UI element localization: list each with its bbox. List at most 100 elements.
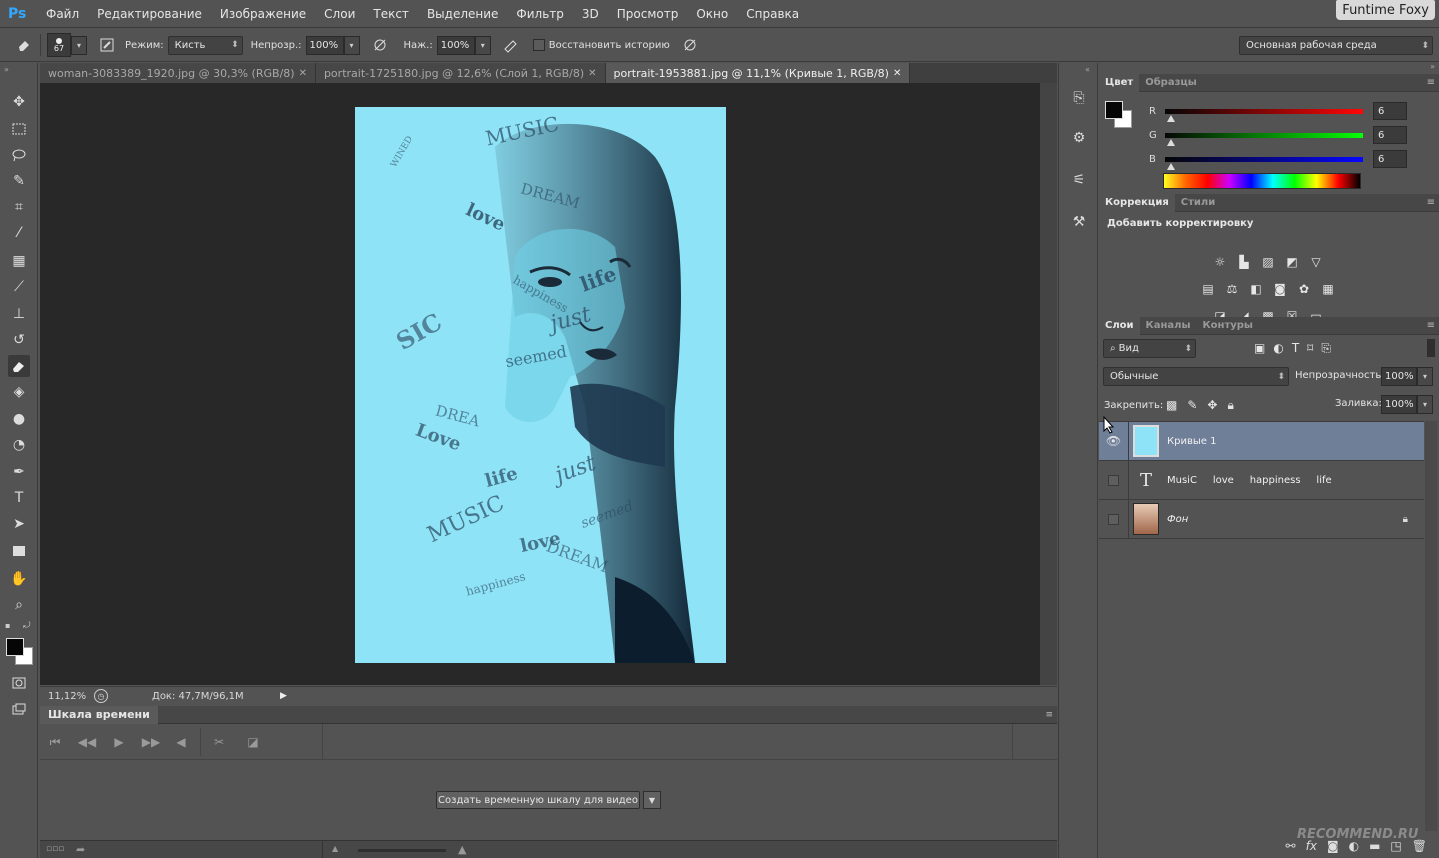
- foreground-color-swatch[interactable]: [6, 638, 24, 656]
- menu-edit[interactable]: Редактирование: [97, 7, 202, 21]
- tab-paths[interactable]: Контуры: [1197, 317, 1259, 335]
- next-frame-icon[interactable]: ▶▶: [142, 734, 160, 750]
- zoom-level[interactable]: 11,12%: [48, 691, 94, 702]
- tab-layers[interactable]: Слои: [1099, 316, 1140, 335]
- menu-help[interactable]: Справка: [746, 7, 799, 21]
- eraser-tool-icon[interactable]: [8, 355, 30, 377]
- quick-mask-icon[interactable]: [8, 672, 30, 694]
- tab-portrait-1725180[interactable]: portrait-1725180.jpg @ 12,6% (Слой 1, RG…: [315, 63, 606, 83]
- green-slider[interactable]: [1165, 132, 1363, 146]
- filter-adjustment-icon[interactable]: ◐: [1273, 341, 1283, 356]
- scissors-icon[interactable]: ✂: [210, 734, 228, 750]
- default-colors-icon[interactable]: ▪: [5, 621, 10, 630]
- green-value-input[interactable]: 6: [1373, 126, 1407, 144]
- pressure-opacity-icon[interactable]: [370, 35, 390, 55]
- collapse-icon[interactable]: »: [1430, 62, 1435, 71]
- document-canvas[interactable]: MUSIC love life DREAM just happiness see…: [40, 83, 1040, 685]
- layers-scrollbar[interactable]: [1425, 421, 1437, 831]
- blue-value-input[interactable]: 6: [1373, 150, 1407, 168]
- menu-type[interactable]: Текст: [373, 7, 409, 21]
- chevron-down-icon[interactable]: ▾: [1417, 367, 1433, 386]
- color-spectrum-bar[interactable]: [1163, 173, 1361, 189]
- properties-panel-icon[interactable]: ⚙: [1068, 127, 1090, 149]
- collapse-icon[interactable]: »: [4, 65, 9, 74]
- move-tool-icon[interactable]: ✥: [8, 91, 30, 113]
- panel-menu-icon[interactable]: ≡: [1427, 197, 1435, 208]
- type-tool-icon[interactable]: T: [8, 487, 30, 509]
- opacity-input[interactable]: 100%: [305, 35, 344, 55]
- workspace-dropdown[interactable]: Основная рабочая среда: [1239, 36, 1433, 55]
- mode-dropdown[interactable]: Кисть: [167, 35, 243, 55]
- brush-panel-icon[interactable]: [97, 35, 117, 55]
- create-video-timeline-button[interactable]: Создать временную шкалу для видео: [436, 791, 640, 809]
- restore-history-checkbox[interactable]: [532, 39, 545, 51]
- rectangle-tool-icon[interactable]: [8, 540, 30, 562]
- levels-icon[interactable]: ▙: [1235, 254, 1253, 269]
- chevron-down-icon[interactable]: ▼: [643, 791, 661, 809]
- transition-icon[interactable]: ◪: [244, 734, 262, 750]
- menu-3d[interactable]: 3D: [582, 7, 599, 21]
- hand-tool-icon[interactable]: ✋: [8, 568, 30, 590]
- pen-tool-icon[interactable]: ✒: [8, 461, 30, 483]
- red-slider[interactable]: [1165, 108, 1363, 122]
- close-icon[interactable]: ✕: [893, 68, 901, 79]
- visibility-toggle[interactable]: [1099, 499, 1129, 539]
- lock-transparent-icon[interactable]: ▩: [1166, 398, 1177, 413]
- channel-mixer-icon[interactable]: ✿: [1295, 281, 1313, 296]
- timeline-zoom-slider[interactable]: [358, 849, 446, 852]
- visibility-checkbox[interactable]: [1108, 513, 1119, 525]
- prev-frame-icon[interactable]: ◀◀: [78, 734, 96, 750]
- hue-saturation-icon[interactable]: ▤: [1199, 281, 1217, 296]
- tab-adjustments[interactable]: Коррекция: [1099, 193, 1175, 212]
- layer-name[interactable]: Кривые 1: [1167, 436, 1216, 447]
- tab-timeline[interactable]: Шкала времени: [40, 705, 158, 724]
- layer-opacity-input[interactable]: 100%: [1381, 367, 1417, 386]
- dodge-tool-icon[interactable]: ◔: [8, 434, 30, 456]
- quick-select-tool-icon[interactable]: ✎: [8, 170, 30, 192]
- chevron-down-icon[interactable]: ▾: [343, 35, 360, 55]
- menu-select[interactable]: Выделение: [427, 7, 498, 21]
- tab-styles[interactable]: Стили: [1175, 194, 1221, 212]
- link-icon[interactable]: ⚯: [1286, 839, 1296, 858]
- paint-bucket-tool-icon[interactable]: ◈: [8, 381, 30, 403]
- layer-name[interactable]: Фон: [1167, 514, 1188, 525]
- healing-brush-tool-icon[interactable]: ▦: [8, 250, 30, 272]
- visibility-checkbox[interactable]: [1108, 474, 1119, 486]
- layer-row-text[interactable]: T MusiC love happiness life: [1099, 460, 1424, 500]
- menu-file[interactable]: Файл: [46, 7, 79, 21]
- marquee-tool-icon[interactable]: [8, 118, 30, 140]
- pressure-size-icon[interactable]: [680, 35, 700, 55]
- zoom-out-icon[interactable]: ▲: [332, 844, 338, 853]
- clone-stamp-tool-icon[interactable]: ⊥: [8, 303, 30, 325]
- tool-presets-icon[interactable]: ⚒: [1068, 211, 1090, 233]
- filter-type-icon[interactable]: T: [1292, 341, 1299, 356]
- fg-color-swatch[interactable]: [1105, 101, 1123, 119]
- history-panel-icon[interactable]: ⎘: [1068, 87, 1090, 109]
- tab-channels[interactable]: Каналы: [1140, 317, 1197, 335]
- airbrush-icon[interactable]: [501, 35, 521, 55]
- filter-pixel-icon[interactable]: ▣: [1254, 341, 1265, 356]
- black-white-icon[interactable]: ◧: [1247, 281, 1265, 296]
- slider-thumb-icon[interactable]: [1167, 114, 1175, 122]
- panel-menu-icon[interactable]: ≡: [1045, 710, 1053, 720]
- vibrance-icon[interactable]: ▽: [1307, 254, 1325, 269]
- color-lookup-icon[interactable]: ▦: [1319, 281, 1337, 296]
- exposure-icon[interactable]: ◩: [1283, 254, 1301, 269]
- blend-mode-dropdown[interactable]: Обычные: [1103, 367, 1289, 386]
- brush-tool-icon[interactable]: ⟋: [8, 276, 30, 298]
- adjustments-panel-icon[interactable]: ⚟: [1068, 169, 1090, 191]
- zoom-in-icon[interactable]: ▲: [458, 843, 466, 856]
- eraser-tool-icon[interactable]: [14, 35, 34, 55]
- chevron-down-icon[interactable]: ▾: [71, 35, 87, 55]
- menu-filter[interactable]: Фильтр: [516, 7, 563, 21]
- menu-image[interactable]: Изображение: [220, 7, 306, 21]
- slider-thumb-icon[interactable]: [1167, 162, 1175, 170]
- render-icon[interactable]: ➦: [76, 843, 85, 856]
- filter-smart-object-icon[interactable]: ⎘: [1321, 341, 1331, 356]
- photo-filter-icon[interactable]: ◙: [1271, 281, 1289, 296]
- close-icon[interactable]: ✕: [588, 68, 596, 79]
- play-icon[interactable]: ▶: [110, 734, 128, 750]
- red-value-input[interactable]: 6: [1373, 102, 1407, 120]
- layer-row-curves[interactable]: 👁︎ Кривые 1: [1099, 421, 1424, 461]
- lock-all-icon[interactable]: 🔒︎: [1227, 398, 1233, 413]
